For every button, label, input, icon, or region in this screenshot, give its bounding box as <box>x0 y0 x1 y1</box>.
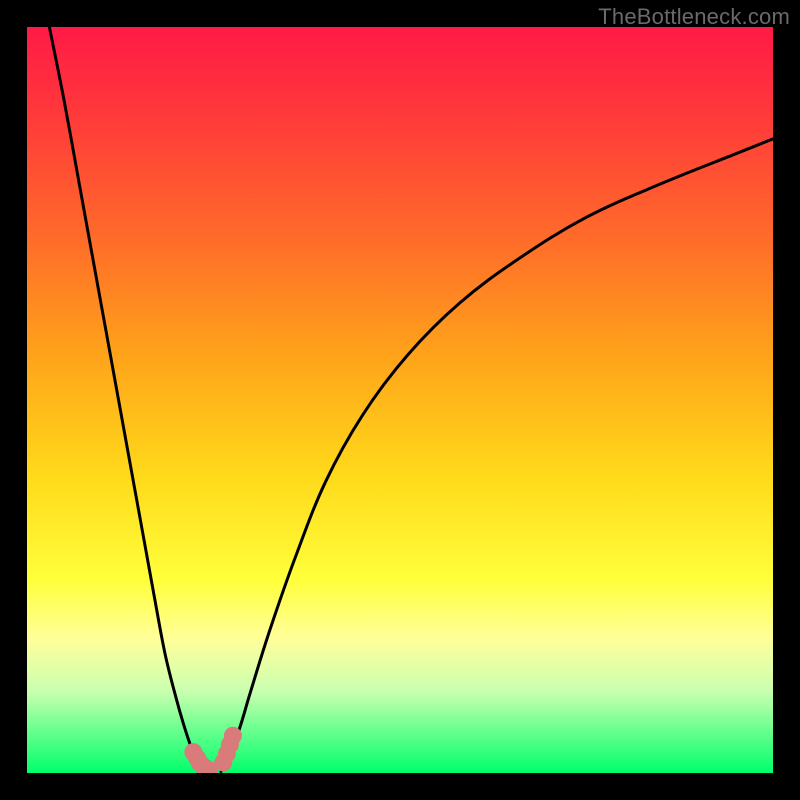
marker-right-dots <box>224 727 242 745</box>
chart-frame: TheBottleneck.com <box>0 0 800 800</box>
curve-right-curve <box>221 139 773 772</box>
chart-plot-area <box>27 27 773 773</box>
curve-left-curve <box>49 27 204 772</box>
chart-svg <box>27 27 773 773</box>
